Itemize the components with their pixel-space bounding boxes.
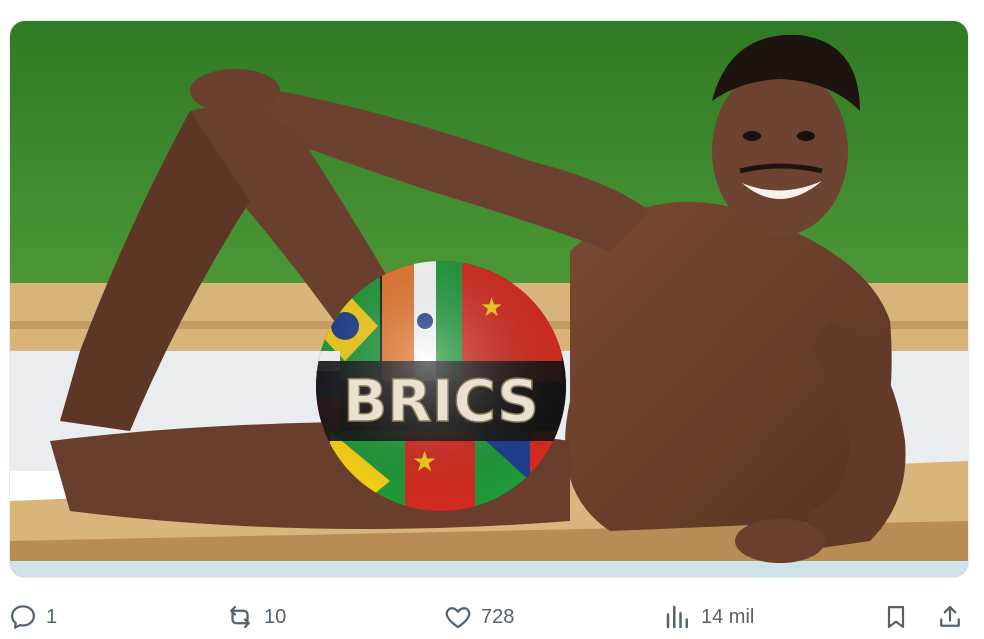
like-count: 728: [481, 605, 515, 628]
repost-icon: [224, 602, 256, 632]
views-button[interactable]: 14 mil: [663, 596, 754, 638]
tweet-action-bar: 1 10 728 14 mil: [0, 596, 984, 638]
share-icon: [936, 602, 964, 632]
tweet-photo[interactable]: ★ ★ BRICS: [9, 20, 969, 578]
share-button[interactable]: [936, 596, 964, 638]
tweet-card: ★ ★ BRICS: [0, 0, 984, 639]
photo-illustration: ★ ★ BRICS: [10, 21, 968, 577]
like-button[interactable]: 728: [443, 596, 514, 638]
reply-icon: [8, 602, 38, 632]
views-count: 14 mil: [701, 605, 755, 628]
brics-label: BRICS: [343, 367, 539, 435]
heart-icon: [443, 602, 473, 632]
repost-button[interactable]: 10: [224, 596, 286, 638]
reply-count: 1: [46, 605, 58, 628]
repost-count: 10: [264, 605, 287, 628]
views-icon: [663, 602, 693, 632]
head: [712, 66, 848, 236]
bookmark-icon: [882, 602, 910, 632]
reply-button[interactable]: 1: [8, 596, 57, 638]
bookmark-button[interactable]: [882, 596, 910, 638]
